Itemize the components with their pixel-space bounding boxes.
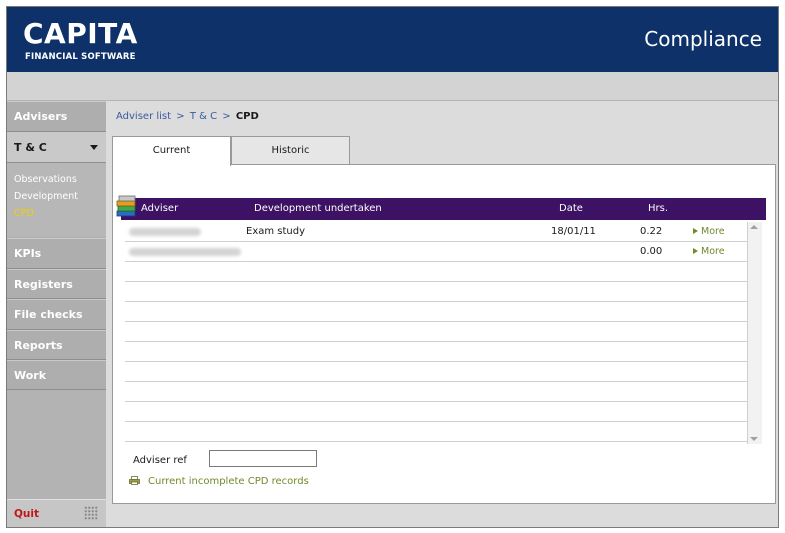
resize-grip-icon[interactable] — [84, 506, 98, 520]
sidebar-item-label: Registers — [14, 277, 73, 291]
play-arrow-icon — [693, 248, 698, 254]
scroll-up-icon[interactable] — [750, 225, 758, 229]
more-link[interactable]: More — [693, 226, 725, 237]
sidebar: Advisers T & C Observations Development … — [7, 101, 106, 527]
breadcrumb-adviser-list-link[interactable]: Adviser list — [116, 111, 171, 122]
breadcrumb-current: CPD — [235, 111, 259, 122]
subnav-item-cpd[interactable]: CPD — [14, 208, 34, 219]
table-row[interactable]: Exam study 18/01/11 0.22 More — [125, 222, 747, 242]
toolbar-strip — [7, 72, 778, 101]
column-header-adviser[interactable]: Adviser — [141, 203, 178, 214]
printer-icon — [129, 476, 140, 485]
sidebar-item-reports[interactable]: Reports — [7, 330, 106, 360]
table-row-empty — [125, 362, 747, 382]
hrs-cell: 0.00 — [640, 246, 663, 257]
table-row-empty — [125, 402, 747, 422]
more-link-label: More — [701, 226, 725, 237]
sidebar-item-label: Advisers — [14, 110, 68, 123]
sidebar-item-work[interactable]: Work — [7, 360, 106, 390]
quit-button[interactable]: Quit — [14, 508, 39, 520]
sidebar-item-label: T & C — [14, 141, 47, 154]
table-row[interactable]: 0.00 More — [125, 242, 747, 262]
adviser-name-redacted — [129, 248, 241, 256]
app-window: CAPITA FINANCIAL SOFTWARE Compliance Adv… — [6, 6, 779, 528]
column-header-date[interactable]: Date — [559, 203, 583, 214]
breadcrumb-separator: > — [222, 111, 231, 122]
column-header-hrs[interactable]: Hrs. — [648, 203, 668, 214]
table-row-empty — [125, 322, 747, 342]
scroll-down-icon[interactable] — [750, 437, 758, 441]
adviser-ref-label: Adviser ref — [133, 455, 187, 466]
development-cell: Exam study — [246, 226, 306, 237]
sidebar-item-file-checks[interactable]: File checks — [7, 299, 106, 330]
breadcrumb-separator: > — [176, 111, 185, 122]
capita-logo-subtitle: FINANCIAL SOFTWARE — [25, 52, 136, 62]
table-scrollbar[interactable] — [747, 222, 762, 444]
date-cell: 18/01/11 — [551, 226, 596, 237]
subnav-item-observations[interactable]: Observations — [14, 174, 77, 185]
sidebar-item-kpis[interactable]: KPIs — [7, 238, 106, 269]
chevron-down-icon — [90, 145, 98, 150]
table-header: Adviser Development undertaken Date Hrs. — [116, 195, 766, 220]
more-link-label: More — [701, 246, 725, 257]
main-content: Adviser list > T & C > CPD Current Histo… — [106, 101, 778, 527]
tab-current[interactable]: Current — [112, 136, 231, 166]
more-link[interactable]: More — [693, 246, 725, 257]
adviser-name-redacted — [129, 228, 201, 236]
column-header-development[interactable]: Development undertaken — [254, 203, 382, 214]
table-row-empty — [125, 302, 747, 322]
capita-logo: CAPITA — [23, 17, 138, 50]
breadcrumb: Adviser list > T & C > CPD — [116, 111, 259, 122]
sidebar-item-t-and-c[interactable]: T & C — [7, 132, 106, 163]
hrs-cell: 0.22 — [640, 226, 663, 237]
sidebar-footer: Quit — [7, 499, 106, 527]
sidebar-item-advisers[interactable]: Advisers — [7, 101, 106, 132]
sidebar-item-registers[interactable]: Registers — [7, 269, 106, 299]
app-header: CAPITA FINANCIAL SOFTWARE Compliance — [7, 7, 778, 72]
table-row-empty — [125, 262, 747, 282]
sidebar-subnav: Observations Development CPD — [7, 163, 106, 236]
play-arrow-icon — [693, 228, 698, 234]
cpd-table-body: Exam study 18/01/11 0.22 More 0.00 More — [125, 222, 747, 444]
books-icon — [116, 195, 136, 217]
table-row-empty — [125, 422, 747, 442]
table-row-empty — [125, 382, 747, 402]
adviser-ref-input[interactable] — [209, 450, 317, 467]
sidebar-item-label: File checks — [14, 308, 83, 321]
tab-historic[interactable]: Historic — [231, 136, 350, 165]
table-row-empty — [125, 282, 747, 302]
breadcrumb-t-and-c-link[interactable]: T & C — [190, 111, 217, 122]
table-row-empty — [125, 342, 747, 362]
sidebar-item-label: KPIs — [14, 247, 42, 260]
app-title: Compliance — [644, 27, 762, 51]
sidebar-item-label: Reports — [14, 338, 63, 352]
incomplete-cpd-link[interactable]: Current incomplete CPD records — [129, 476, 309, 487]
cpd-panel: Adviser Development undertaken Date Hrs.… — [112, 164, 776, 504]
sidebar-item-label: Work — [14, 368, 47, 382]
incomplete-cpd-link-label: Current incomplete CPD records — [148, 476, 309, 487]
subnav-item-development[interactable]: Development — [14, 191, 78, 202]
